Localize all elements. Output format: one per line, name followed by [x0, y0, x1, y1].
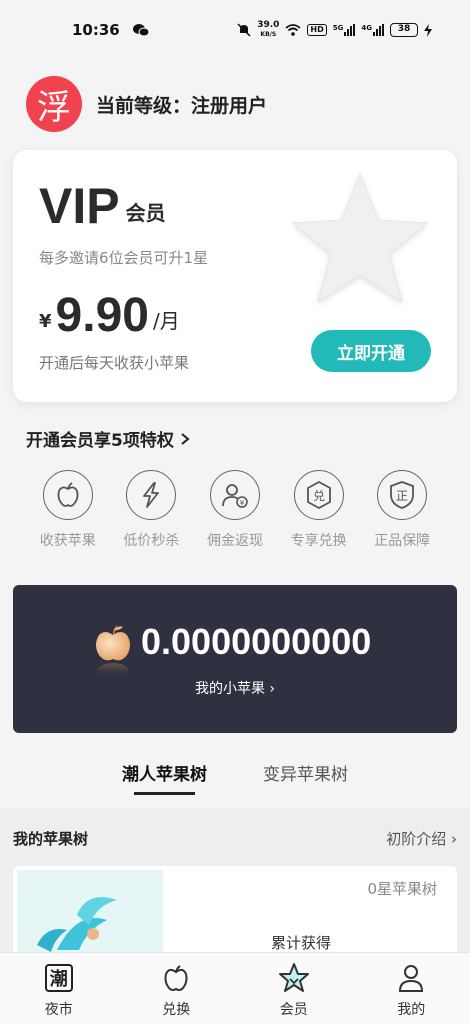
charging-icon: [424, 23, 432, 37]
signal-5g-icon: 5G: [333, 24, 356, 36]
apple-outline-icon: [159, 961, 193, 995]
person-icon: [394, 961, 428, 995]
svg-text:¥: ¥: [240, 499, 245, 507]
intro-link[interactable]: 初阶介绍 ›: [386, 828, 457, 849]
golden-apple-icon: [96, 625, 130, 679]
lightning-icon: [126, 470, 177, 520]
avatar[interactable]: 浮: [26, 76, 82, 132]
vip-subtitle: 每多邀请6位会员可升1星: [39, 249, 209, 267]
vip-title-small: 会员: [125, 201, 166, 225]
privilege-exclusive-exchange[interactable]: 兑 专享兑换: [277, 470, 361, 550]
privilege-label: 佣金返现: [206, 533, 263, 549]
tree-tabs: 潮人苹果树 变异苹果树: [0, 760, 470, 795]
vip-title-big: VIP: [39, 178, 120, 234]
tab-trendy-apple-tree[interactable]: 潮人苹果树: [122, 760, 207, 795]
status-icons: 39.0 KB/S HD 5G 4G 38: [237, 21, 432, 39]
chao-icon: 潮: [42, 961, 76, 995]
nav-exchange[interactable]: 兑换: [118, 953, 236, 1024]
mute-bell-icon: [237, 23, 251, 37]
star-member-icon: [277, 961, 311, 995]
network-speed: 39.0 KB/S: [257, 20, 280, 39]
vip-price: ¥ 9.90 /月: [39, 290, 180, 342]
privilege-label: 正品保障: [374, 533, 431, 549]
apple-icon: [42, 470, 93, 520]
privilege-label: 专享兑换: [290, 533, 347, 549]
price-unit: /月: [152, 309, 180, 333]
wechat-icon: [132, 24, 150, 37]
price-symbol: ¥: [39, 311, 52, 332]
tab-mutant-apple-tree[interactable]: 变异苹果树: [263, 760, 348, 795]
chevron-right-icon: [181, 432, 190, 445]
nav-member[interactable]: 会员: [235, 953, 353, 1024]
bottom-nav: 潮 夜市 兑换 会员 我的: [0, 952, 470, 1024]
open-vip-button[interactable]: 立即开通: [311, 330, 431, 372]
cashback-user-icon: ¥: [209, 470, 260, 520]
vip-note: 开通后每天收获小苹果: [39, 354, 190, 372]
my-tree-heading: 我的苹果树: [13, 830, 89, 848]
genuine-char: 正: [396, 489, 408, 503]
privilege-label: 低价秒杀: [123, 533, 180, 549]
privilege-flash-sale[interactable]: 低价秒杀: [110, 470, 194, 550]
wifi-icon: [285, 24, 301, 36]
nav-mine[interactable]: 我的: [353, 953, 470, 1024]
price-value: 9.90: [55, 289, 149, 342]
exchange-char: 兑: [313, 489, 325, 503]
nav-label: 夜市: [44, 1002, 73, 1018]
nav-night-market[interactable]: 潮 夜市: [0, 953, 118, 1024]
hd-icon: HD: [307, 24, 327, 36]
nav-label: 兑换: [162, 1002, 191, 1018]
tree-earned-label: 累计获得: [271, 934, 332, 952]
apple-balance-card[interactable]: 0.0000000000 我的小苹果 ›: [13, 585, 457, 733]
status-bar: 10:36 39.0 KB/S HD 5G 4G 38: [0, 0, 470, 60]
privilege-label: 收获苹果: [39, 533, 96, 549]
privilege-harvest-apples[interactable]: 收获苹果: [26, 470, 110, 550]
current-level-text: 当前等级：注册用户: [96, 94, 268, 117]
user-level-row: 浮 当前等级：注册用户: [26, 76, 267, 132]
my-tree-section: 我的苹果树 初阶介绍 › 0星苹果树 累计获得: [0, 808, 470, 986]
vip-card: VIP 会员 每多邀请6位会员可升1星 ¥ 9.90 /月 开通后每天收获小苹果…: [13, 150, 457, 402]
battery-icon: 38: [390, 23, 418, 37]
tree-star-level: 0星苹果树: [367, 880, 437, 898]
signal-4g-icon: 4G: [361, 24, 384, 36]
status-time: 10:36: [72, 21, 120, 39]
apple-balance-value: 0.0000000000: [141, 621, 372, 662]
exchange-badge-icon: 兑: [293, 470, 344, 520]
privileges-title-link[interactable]: 开通会员享5项特权: [26, 426, 190, 451]
shield-genuine-icon: 正: [377, 470, 428, 520]
privileges-title: 开通会员享5项特权: [26, 431, 174, 451]
my-apples-link[interactable]: 我的小苹果 ›: [13, 678, 457, 698]
privilege-cashback[interactable]: ¥ 佣金返现: [193, 470, 277, 550]
privilege-genuine-guarantee[interactable]: 正 正品保障: [360, 470, 444, 550]
nav-label: 会员: [279, 1002, 308, 1018]
vip-title: VIP 会员: [39, 180, 166, 232]
nav-label: 我的: [397, 1002, 426, 1018]
privileges-row: 收获苹果 低价秒杀 ¥ 佣金返现 兑 专享兑换 正 正品保障: [26, 470, 444, 550]
star-icon: [291, 172, 429, 304]
